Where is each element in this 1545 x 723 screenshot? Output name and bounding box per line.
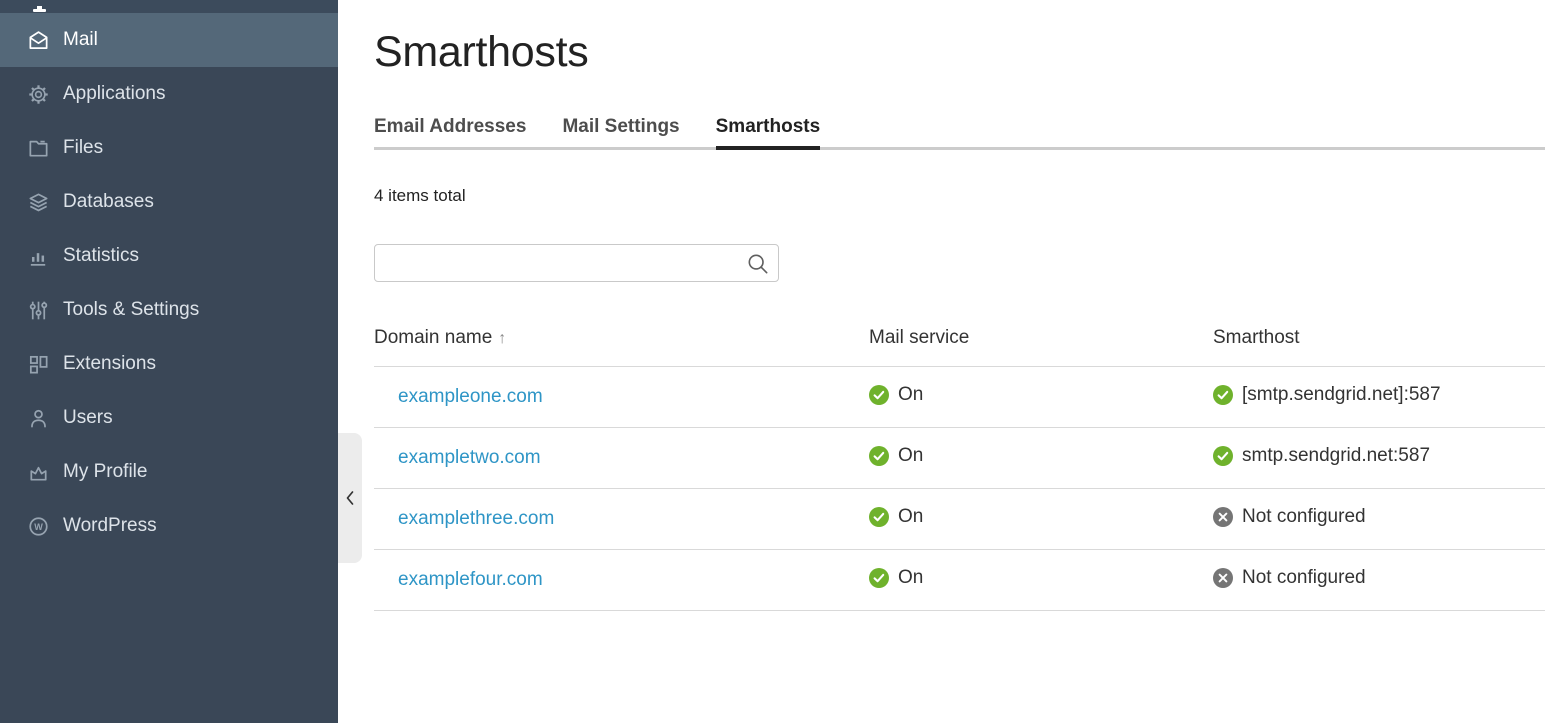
- mail-service-status-text: On: [898, 384, 923, 406]
- sidebar-item-mail[interactable]: Mail: [0, 13, 338, 67]
- domain-link[interactable]: examplethree.com: [398, 508, 554, 529]
- chevron-left-icon: [344, 489, 356, 507]
- smarthost-status-text: Not configured: [1242, 567, 1366, 589]
- sidebar-item-extensions[interactable]: Extensions: [0, 337, 338, 391]
- sidebar: Mail Applications Files Databases: [0, 0, 338, 723]
- table-row: examplefour.com On Not configured: [374, 550, 1545, 611]
- table-row: examplethree.com On Not configured: [374, 489, 1545, 550]
- status-ok-icon: [1213, 385, 1233, 405]
- wordpress-icon: W: [27, 515, 50, 538]
- search-box: [374, 244, 779, 282]
- domain-link[interactable]: exampletwo.com: [398, 447, 541, 468]
- status-not-configured-icon: [1213, 568, 1233, 588]
- users-icon: [27, 407, 50, 430]
- sidebar-item-tools-settings[interactable]: Tools & Settings: [0, 283, 338, 337]
- tab-mail-settings[interactable]: Mail Settings: [562, 116, 679, 147]
- mail-service-status-text: On: [898, 506, 923, 528]
- sidebar-item-partial[interactable]: [0, 0, 338, 13]
- sidebar-item-users[interactable]: Users: [0, 391, 338, 445]
- sidebar-item-label: Files: [63, 137, 103, 159]
- search-icon[interactable]: [745, 251, 771, 277]
- smarthost-status-text: [smtp.sendgrid.net]:587: [1242, 384, 1441, 406]
- sidebar-collapse-handle[interactable]: [338, 433, 362, 563]
- sidebar-item-label: Tools & Settings: [63, 299, 199, 321]
- sidebar-item-label: WordPress: [63, 515, 157, 537]
- sidebar-item-label: Extensions: [63, 353, 156, 375]
- databases-icon: [27, 191, 50, 214]
- domain-link[interactable]: exampleone.com: [398, 386, 543, 407]
- sidebar-item-files[interactable]: Files: [0, 121, 338, 175]
- app-window: Mail Applications Files Databases: [0, 0, 1545, 723]
- applications-icon: [27, 83, 50, 106]
- files-icon: [27, 137, 50, 160]
- statistics-icon: [27, 245, 50, 268]
- partial-icon: [30, 0, 52, 18]
- sidebar-item-label: Mail: [63, 29, 98, 51]
- status-ok-icon: [869, 568, 889, 588]
- sidebar-item-label: Applications: [63, 83, 165, 105]
- column-header-smarthost[interactable]: Smarthost: [1213, 312, 1545, 367]
- smarthost-status-text: smtp.sendgrid.net:587: [1242, 445, 1430, 467]
- column-label: Smarthost: [1213, 327, 1300, 348]
- sidebar-item-wordpress[interactable]: W WordPress: [0, 499, 338, 553]
- sidebar-item-label: Users: [63, 407, 113, 429]
- search-input[interactable]: [375, 245, 778, 281]
- column-label: Domain name: [374, 327, 492, 348]
- items-total-text: 4 items total: [374, 186, 1545, 206]
- sidebar-item-applications[interactable]: Applications: [0, 67, 338, 121]
- tools-settings-icon: [27, 299, 50, 322]
- my-profile-icon: [27, 461, 50, 484]
- mail-service-status-text: On: [898, 567, 923, 589]
- sidebar-item-my-profile[interactable]: My Profile: [0, 445, 338, 499]
- status-not-configured-icon: [1213, 507, 1233, 527]
- sidebar-nav: Mail Applications Files Databases: [0, 13, 338, 553]
- smarthosts-table: Domain name ↑ Mail service Smarthost exam…: [374, 312, 1545, 611]
- main-content: Smarthosts Email Addresses Mail Settings…: [338, 0, 1545, 723]
- sidebar-item-statistics[interactable]: Statistics: [0, 229, 338, 283]
- table-row: exampletwo.com On smtp.sendgrid.net:587: [374, 428, 1545, 489]
- sidebar-item-label: My Profile: [63, 461, 147, 483]
- mail-service-status-text: On: [898, 445, 923, 467]
- column-header-mail-service[interactable]: Mail service: [869, 312, 1213, 367]
- status-ok-icon: [869, 446, 889, 466]
- column-label: Mail service: [869, 327, 969, 348]
- sidebar-item-databases[interactable]: Databases: [0, 175, 338, 229]
- table-header-row: Domain name ↑ Mail service Smarthost: [374, 312, 1545, 367]
- status-ok-icon: [1213, 446, 1233, 466]
- svg-text:W: W: [34, 521, 43, 531]
- tab-bar: Email Addresses Mail Settings Smarthosts: [374, 116, 1545, 150]
- status-ok-icon: [869, 507, 889, 527]
- domain-link[interactable]: examplefour.com: [398, 569, 543, 590]
- tab-email-addresses[interactable]: Email Addresses: [374, 116, 526, 147]
- tab-smarthosts[interactable]: Smarthosts: [716, 116, 821, 147]
- table-row: exampleone.com On [smtp.sendgrid.net]:58…: [374, 367, 1545, 428]
- extensions-icon: [27, 353, 50, 376]
- page-title: Smarthosts: [374, 24, 1545, 80]
- mail-icon: [27, 29, 50, 52]
- sidebar-item-label: Databases: [63, 191, 154, 213]
- column-header-domain-name[interactable]: Domain name ↑: [374, 312, 869, 367]
- sort-asc-icon: ↑: [498, 330, 506, 347]
- status-ok-icon: [869, 385, 889, 405]
- sidebar-item-label: Statistics: [63, 245, 139, 267]
- smarthost-status-text: Not configured: [1242, 506, 1366, 528]
